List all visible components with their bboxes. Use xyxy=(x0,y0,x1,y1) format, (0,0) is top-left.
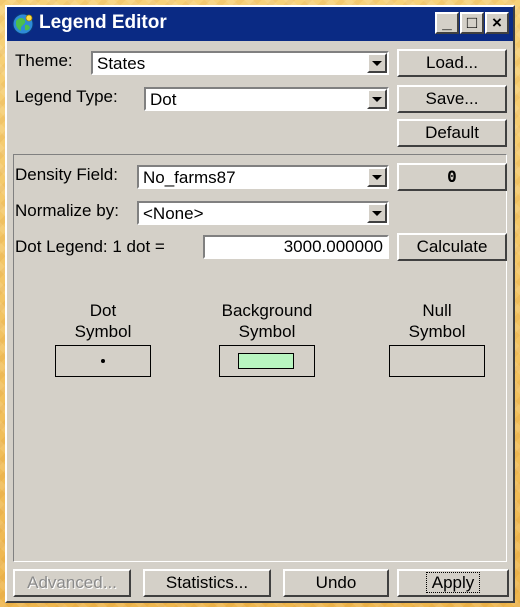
maximize-button[interactable]: □ xyxy=(460,12,484,34)
legend-type-select[interactable]: Dot xyxy=(144,87,389,111)
background-symbol-label: Background Symbol xyxy=(221,301,313,341)
theme-value: States xyxy=(97,54,146,73)
null-symbol-swatch[interactable] xyxy=(389,345,485,377)
dot-legend-label: Dot Legend: 1 dot = xyxy=(15,237,165,256)
density-count-button[interactable]: 0 xyxy=(397,163,507,191)
theme-select[interactable]: States xyxy=(91,51,389,75)
legend-type-label: Legend Type: xyxy=(15,87,118,106)
chevron-down-icon[interactable] xyxy=(367,53,387,73)
normalize-value: <None> xyxy=(143,204,204,223)
calculate-button[interactable]: Calculate xyxy=(397,233,507,261)
title-bar[interactable]: Legend Editor _ □ × xyxy=(7,7,513,41)
default-button[interactable]: Default xyxy=(397,119,507,147)
dot-symbol-swatch[interactable] xyxy=(55,345,151,377)
density-field-select[interactable]: No_farms87 xyxy=(137,165,389,189)
normalize-label: Normalize by: xyxy=(15,201,119,220)
dot-marker xyxy=(101,359,105,363)
background-color-swatch xyxy=(238,353,294,369)
window-title: Legend Editor xyxy=(39,12,167,33)
load-button[interactable]: Load... xyxy=(397,49,507,77)
background-symbol-swatch[interactable] xyxy=(219,345,315,377)
dot-value-input[interactable]: 3000.000000 xyxy=(203,235,389,259)
close-button[interactable]: × xyxy=(485,12,509,34)
chevron-down-icon[interactable] xyxy=(367,167,387,187)
app-globe-icon xyxy=(12,13,34,35)
apply-button[interactable]: Apply xyxy=(397,569,509,597)
density-field-label: Density Field: xyxy=(15,165,118,184)
legend-editor-window: Legend Editor _ □ × Theme: States Load..… xyxy=(5,5,515,603)
theme-label: Theme: xyxy=(15,51,73,70)
normalize-select[interactable]: <None> xyxy=(137,201,389,225)
undo-button[interactable]: Undo xyxy=(283,569,389,597)
legend-type-value: Dot xyxy=(150,90,177,109)
density-field-value: No_farms87 xyxy=(143,168,236,187)
dot-symbol-label: Dot Symbol xyxy=(74,301,132,341)
chevron-down-icon[interactable] xyxy=(367,203,387,223)
apply-label: Apply xyxy=(425,572,481,593)
save-button[interactable]: Save... xyxy=(397,85,507,113)
advanced-button[interactable]: Advanced... xyxy=(13,569,131,597)
null-symbol-label: Null Symbol xyxy=(408,301,466,341)
statistics-button[interactable]: Statistics... xyxy=(143,569,271,597)
chevron-down-icon[interactable] xyxy=(367,89,387,109)
minimize-button[interactable]: _ xyxy=(435,12,459,34)
